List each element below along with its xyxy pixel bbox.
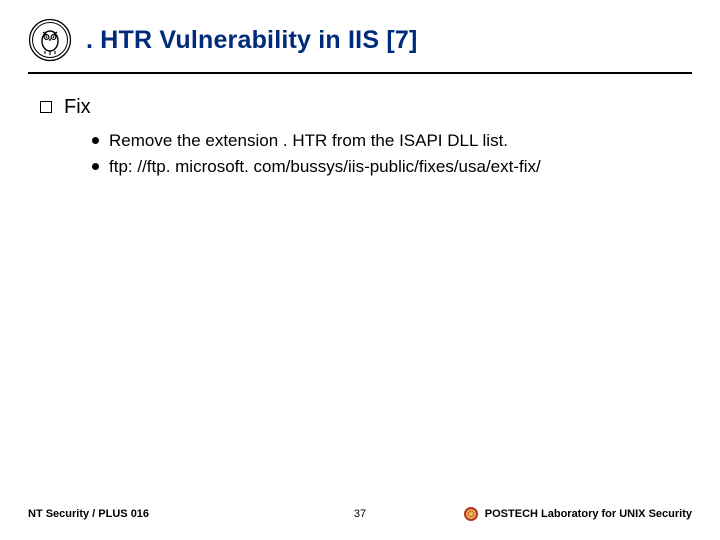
page-number: 37	[354, 508, 366, 520]
item-text: Remove the extension . HTR from the ISAP…	[109, 129, 508, 153]
section-row: Fix	[40, 96, 692, 119]
footer-right-text: POSTECH Laboratory for UNIX Security	[485, 508, 692, 520]
list-item: Remove the extension . HTR from the ISAP…	[92, 129, 672, 153]
slide-footer: NT Security / PLUS 016 37 POSTECH Labora…	[0, 506, 720, 522]
item-list: Remove the extension . HTR from the ISAP…	[40, 129, 692, 179]
square-bullet-icon	[40, 101, 52, 113]
slide-title: . HTR Vulnerability in IIS [7]	[86, 26, 418, 55]
footer-left: NT Security / PLUS 016	[28, 508, 149, 520]
list-item: ftp: //ftp. microsoft. com/bussys/iis-pu…	[92, 155, 672, 179]
section-label: Fix	[64, 96, 91, 119]
footer-right: POSTECH Laboratory for UNIX Security	[463, 506, 692, 522]
slide-content: Fix Remove the extension . HTR from the …	[28, 96, 692, 179]
disc-bullet-icon	[92, 137, 99, 144]
owl-logo-icon	[28, 18, 72, 62]
slide-header: . HTR Vulnerability in IIS [7]	[28, 18, 692, 74]
postech-logo-icon	[463, 506, 479, 522]
item-text: ftp: //ftp. microsoft. com/bussys/iis-pu…	[109, 155, 541, 179]
disc-bullet-icon	[92, 163, 99, 170]
